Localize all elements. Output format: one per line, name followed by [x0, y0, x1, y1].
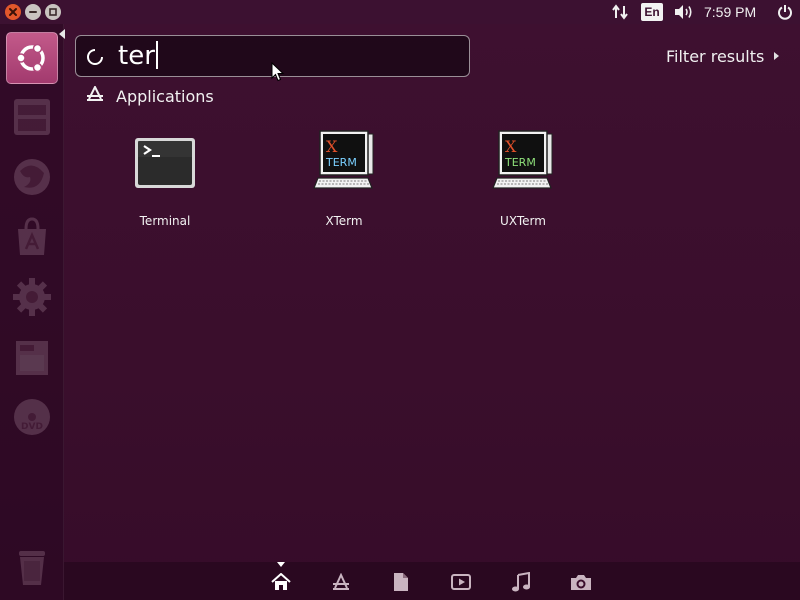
file-icon[interactable]	[390, 571, 412, 593]
camera-icon[interactable]	[570, 571, 592, 593]
app-label: XTerm	[325, 214, 363, 228]
chevron-right-icon	[774, 52, 780, 60]
music-note-icon[interactable]	[510, 571, 532, 593]
close-icon[interactable]	[5, 4, 21, 20]
app-result-xterm[interactable]: X TERM XTerm	[284, 128, 404, 238]
video-icon[interactable]	[450, 571, 472, 593]
svg-text:X: X	[326, 137, 338, 156]
terminal-icon	[132, 128, 198, 194]
app-result-uxterm[interactable]: X TERM UXTerm	[463, 128, 583, 238]
svg-text:TERM: TERM	[504, 156, 536, 169]
maximize-icon[interactable]	[45, 4, 61, 20]
document-writer-icon[interactable]	[5, 330, 59, 384]
filter-results-label: Filter results	[666, 46, 765, 66]
loading-spinner-icon	[86, 48, 104, 66]
launcher: DVD	[0, 24, 64, 600]
app-label: Terminal	[139, 214, 191, 228]
category-label: Applications	[116, 86, 214, 106]
svg-text:DVD: DVD	[21, 422, 43, 432]
keyboard-language-indicator[interactable]: En	[640, 0, 664, 24]
applications-lens-icon[interactable]	[330, 571, 352, 593]
network-updown-icon[interactable]	[609, 0, 631, 24]
keyboard-language-label: En	[641, 3, 663, 21]
top-panel: En 7:59 PM	[0, 0, 800, 24]
search-query-text: ter	[118, 41, 155, 71]
file-cabinet-icon[interactable]	[5, 90, 59, 144]
ubuntu-logo-icon[interactable]	[6, 32, 58, 84]
settings-gear-icon[interactable]	[5, 270, 59, 324]
home-icon[interactable]	[270, 571, 292, 593]
software-center-icon[interactable]	[5, 210, 59, 264]
lens-active-indicator	[277, 562, 285, 567]
filter-results-toggle[interactable]: Filter results	[666, 46, 780, 66]
text-caret	[155, 40, 158, 69]
svg-text:X: X	[505, 137, 517, 156]
app-label: UXTerm	[500, 214, 546, 228]
launcher-active-indicator	[59, 29, 65, 39]
mouse-pointer-icon	[271, 61, 285, 82]
power-gear-icon[interactable]	[774, 0, 796, 24]
clock[interactable]: 7:59 PM	[704, 0, 770, 24]
lens-bar	[64, 562, 800, 600]
trash-icon[interactable]	[5, 540, 59, 594]
svg-text:TERM: TERM	[325, 156, 357, 169]
applications-lens-icon	[86, 84, 104, 106]
search-input[interactable]: ter	[118, 39, 458, 73]
uxterm-icon: X TERM	[490, 128, 556, 194]
app-result-terminal[interactable]: Terminal	[105, 128, 225, 238]
speaker-icon[interactable]	[672, 0, 696, 24]
xterm-icon: X TERM	[311, 128, 377, 194]
category-header-applications[interactable]: Applications	[86, 84, 214, 107]
firefox-icon[interactable]	[5, 150, 59, 204]
minimize-icon[interactable]	[25, 4, 41, 20]
dvd-icon[interactable]: DVD	[5, 390, 59, 444]
